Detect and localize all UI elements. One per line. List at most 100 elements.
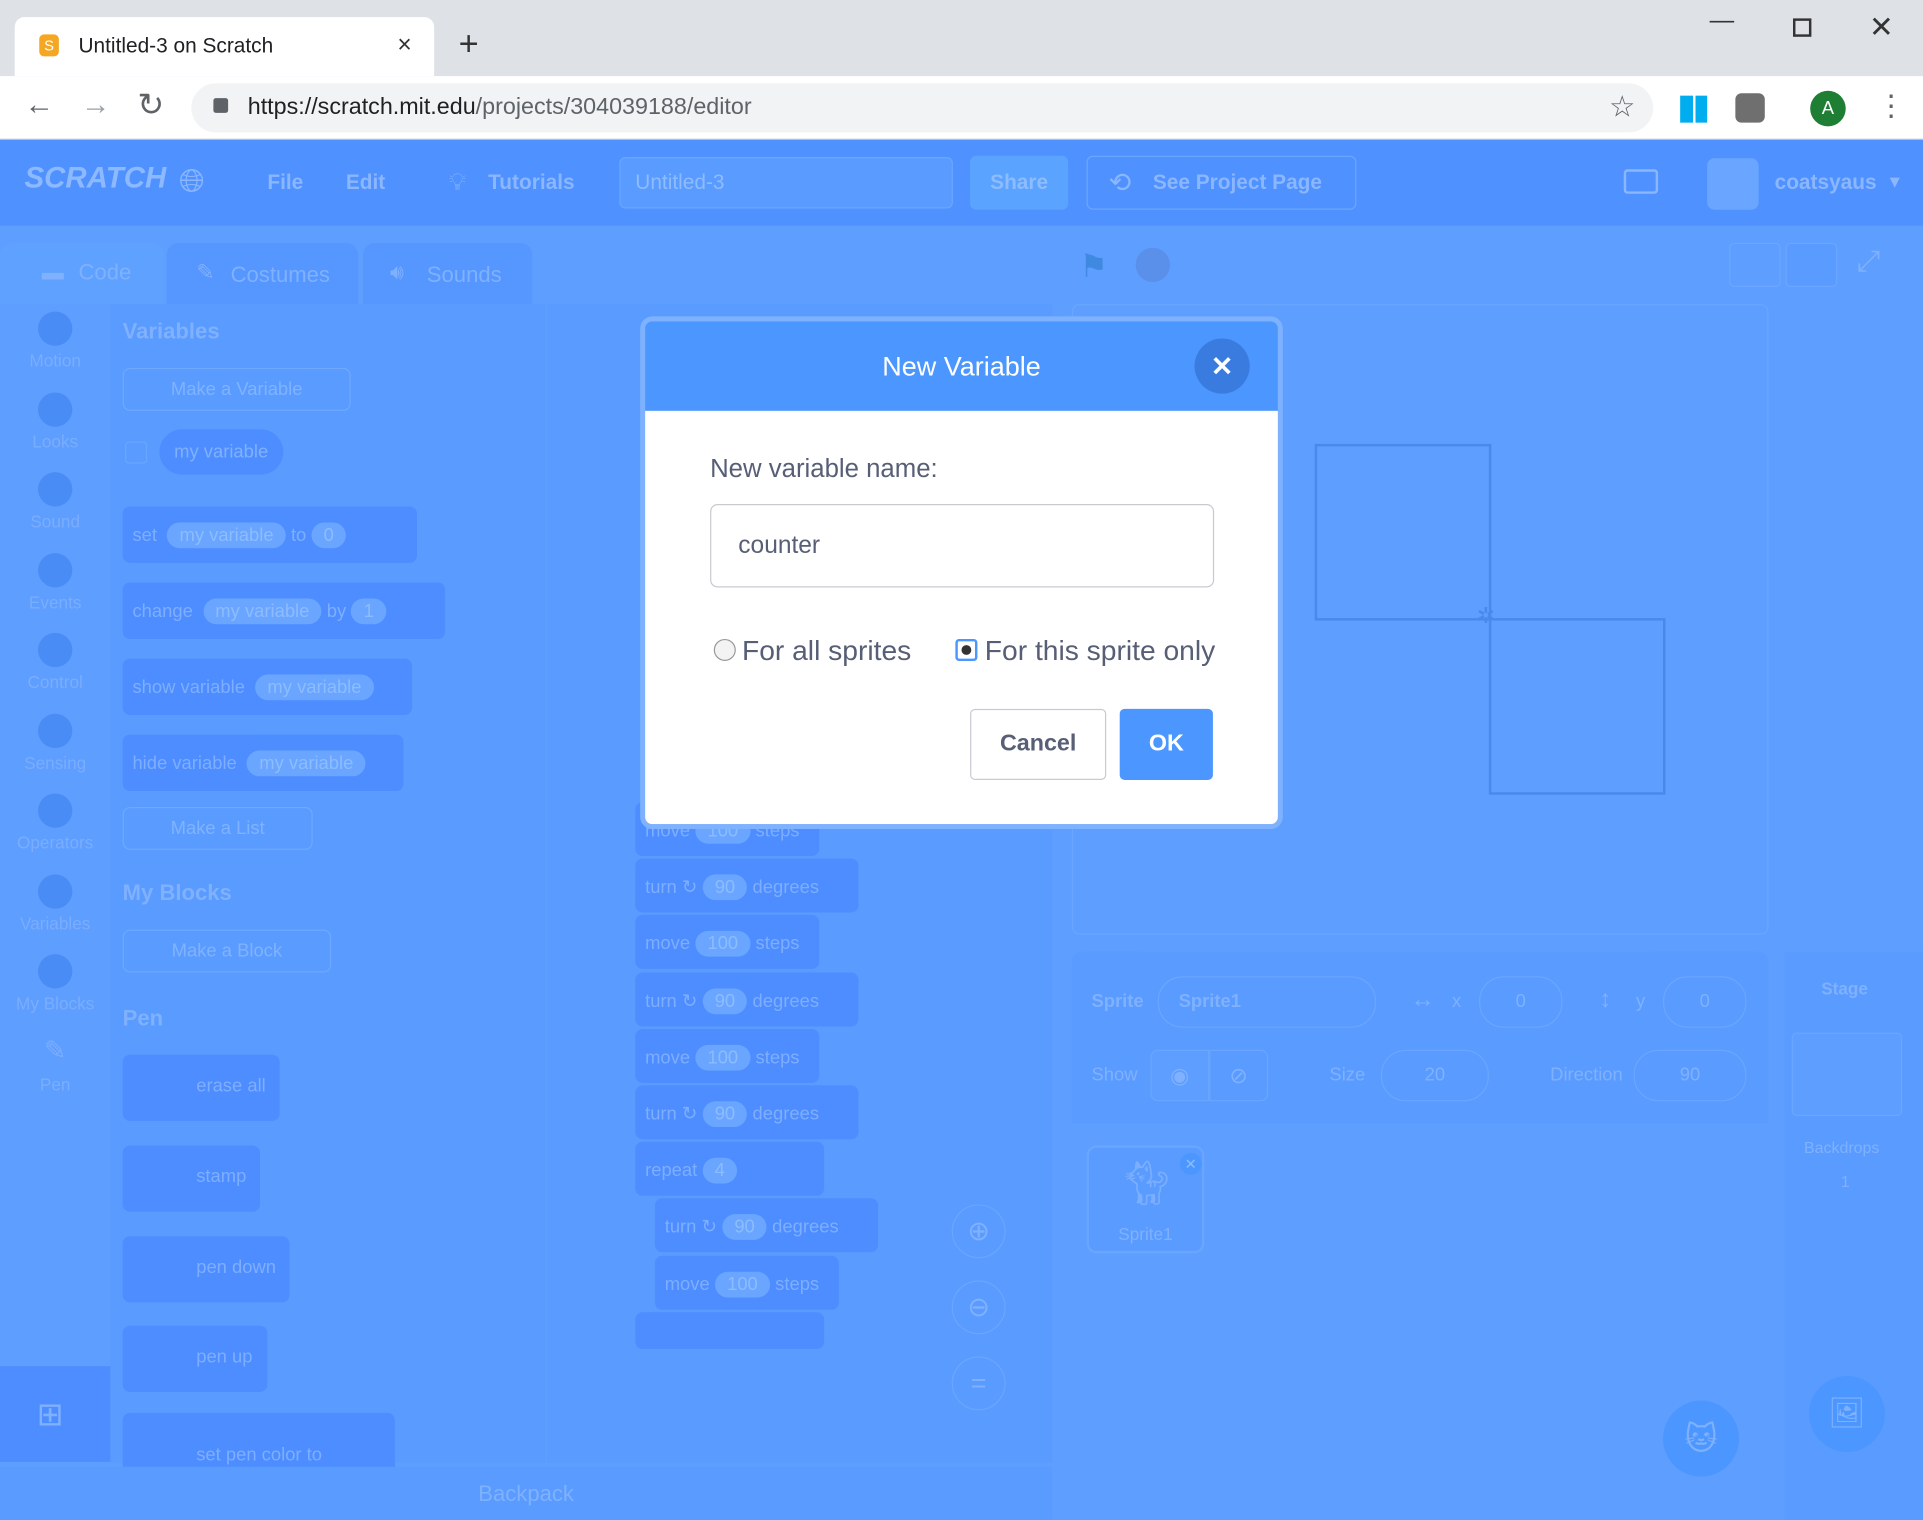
see-project-page-button[interactable]: See Project Page <box>1153 170 1322 195</box>
browser-tab[interactable]: S Untitled-3 on Scratch × <box>14 17 435 77</box>
category-operators[interactable]: Operators <box>0 793 110 852</box>
hide-variable-block[interactable]: hide variable my variable <box>122 734 404 792</box>
language-globe-icon[interactable]: 🌐︎ <box>179 162 205 201</box>
make-variable-button[interactable]: Make a Variable <box>122 367 351 411</box>
tab-code[interactable]: ▬ Code <box>0 242 165 305</box>
category-sensing[interactable]: Sensing <box>0 713 110 772</box>
small-stage-icon[interactable] <box>1729 242 1781 287</box>
account-chevron-down-icon[interactable]: ▼ <box>1886 172 1903 192</box>
category-dot-icon <box>38 311 73 346</box>
minimize-icon[interactable]: — <box>1710 7 1735 35</box>
choose-backdrop-icon[interactable]: 🖼︎ <box>1808 1376 1885 1453</box>
radio-all-sprites-label[interactable]: For all sprites <box>742 634 911 667</box>
stage-thumbnail[interactable] <box>1791 1032 1903 1117</box>
radio-all-sprites[interactable] <box>713 638 736 662</box>
move-block[interactable]: move 100 steps <box>654 1255 839 1310</box>
zoom-reset-icon[interactable]: = <box>951 1356 1006 1411</box>
make-block-button[interactable]: Make a Block <box>122 929 332 973</box>
make-list-button[interactable]: Make a List <box>122 806 313 850</box>
large-stage-icon[interactable] <box>1785 242 1838 287</box>
direction-field[interactable]: 90 <box>1633 1049 1747 1102</box>
pen-down-block[interactable]: pen down <box>122 1236 290 1303</box>
stage-target-pane[interactable]: Stage Backdrops 1 🖼︎ <box>1784 951 1923 1520</box>
green-flag-icon[interactable]: ⚑ <box>1079 248 1108 286</box>
repeat-block[interactable]: repeat 4 <box>635 1142 825 1196</box>
radio-selected-dot <box>961 645 972 655</box>
tutorials-menu[interactable]: Tutorials <box>488 170 574 195</box>
variable-checkbox[interactable] <box>125 441 148 464</box>
change-variable-block[interactable]: change my variable by 1 <box>122 582 446 639</box>
username[interactable]: coatsyaus <box>1775 170 1877 195</box>
pen-up-block[interactable]: pen up <box>122 1325 268 1392</box>
x-field[interactable]: 0 <box>1479 976 1563 1028</box>
y-field[interactable]: 0 <box>1662 976 1747 1028</box>
scratch-logo[interactable]: SCRATCH <box>25 162 167 196</box>
erase-all-block[interactable]: erase all <box>122 1054 280 1121</box>
sprite-cat-icon[interactable]: ✲ <box>1477 603 1496 629</box>
new-variable-dialog: New Variable ✕ New variable name: For al… <box>640 316 1283 830</box>
radio-this-sprite-label[interactable]: For this sprite only <box>985 634 1215 667</box>
delete-sprite-icon[interactable]: ✕ <box>1179 1152 1202 1175</box>
category-dot-icon <box>38 391 73 427</box>
my-stuff-folder-icon[interactable] <box>1623 169 1659 194</box>
category-events[interactable]: Events <box>0 552 110 611</box>
fullscreen-icon[interactable]: ⤢ <box>1857 245 1881 279</box>
backpack[interactable]: Backpack <box>0 1466 1053 1520</box>
browser-menu-icon[interactable]: ⋮ <box>1876 88 1905 124</box>
project-title-input[interactable]: Untitled-3 <box>619 156 953 209</box>
stop-icon[interactable] <box>1135 247 1170 283</box>
category-sound[interactable]: Sound <box>0 472 110 531</box>
file-menu[interactable]: File <box>267 170 303 195</box>
sprite-thumbnail[interactable]: 🐈︎ ✕ Sprite1 <box>1086 1145 1205 1254</box>
script-stack[interactable]: move 100 steps turn ↻ 90 degrees move 100 … <box>635 802 880 1366</box>
category-my-blocks[interactable]: My Blocks <box>0 954 110 1013</box>
maximize-icon[interactable] <box>1792 18 1812 37</box>
tab-close-icon[interactable]: × <box>397 32 411 60</box>
user-avatar[interactable] <box>1707 158 1759 210</box>
stamp-block[interactable]: stamp <box>122 1145 260 1212</box>
variable-name-input[interactable] <box>710 504 1215 588</box>
category-control[interactable]: Control <box>0 632 110 692</box>
menu-bar: SCRATCH 🌐︎ File Edit 💡︎ Tutorials Untitl… <box>0 139 1923 226</box>
set-variable-block[interactable]: set my variable to 0 <box>122 506 417 563</box>
choose-sprite-icon[interactable]: 🐱︎ <box>1662 1400 1740 1477</box>
turn-block[interactable]: turn ↻ 90 degrees <box>635 858 859 913</box>
my-variable-reporter[interactable]: my variable <box>159 429 283 475</box>
hide-eye-icon[interactable]: ⊘ <box>1209 1049 1269 1102</box>
download-extension-icon[interactable] <box>1735 93 1765 123</box>
ok-button[interactable]: OK <box>1119 708 1213 780</box>
new-tab-icon[interactable]: + <box>459 26 479 61</box>
category-variables[interactable]: Variables <box>0 873 110 933</box>
share-button[interactable]: Share <box>970 155 1069 210</box>
tab-sounds[interactable]: 🔊︎ Sounds <box>363 242 533 305</box>
bookmark-star-icon[interactable]: ☆ <box>1609 90 1635 126</box>
show-variable-block[interactable]: show variable my variable <box>122 658 413 715</box>
turn-block[interactable]: turn ↻ 90 degrees <box>654 1198 879 1253</box>
edit-menu[interactable]: Edit <box>346 170 385 195</box>
back-icon[interactable]: ← <box>25 88 54 122</box>
turn-block[interactable]: turn ↻ 90 degrees <box>635 1085 859 1140</box>
category-label: Control <box>27 672 83 692</box>
radio-this-sprite-only[interactable] <box>955 638 978 662</box>
sprite-name-field[interactable]: Sprite1 <box>1157 976 1377 1028</box>
dialog-close-icon[interactable]: ✕ <box>1194 338 1250 394</box>
move-block[interactable]: move 100 steps <box>635 915 820 970</box>
turn-block[interactable]: turn ↻ 90 degrees <box>635 972 859 1026</box>
show-eye-icon[interactable]: ◉ <box>1150 1049 1210 1102</box>
address-bar[interactable]: https://scratch.mit.edu/projects/3040391… <box>191 83 1654 133</box>
cancel-button[interactable]: Cancel <box>970 708 1107 780</box>
windows-extension-icon[interactable] <box>1680 95 1708 123</box>
size-field[interactable]: 20 <box>1380 1049 1489 1102</box>
category-looks[interactable]: Looks <box>0 391 110 451</box>
reload-icon[interactable]: ↻ <box>137 86 164 124</box>
profile-avatar[interactable]: A <box>1810 90 1846 127</box>
window-close-icon[interactable]: ✕ <box>1869 10 1894 46</box>
zoom-in-icon[interactable]: ⊕ <box>951 1204 1006 1259</box>
tab-costumes[interactable]: ✎ Costumes <box>166 242 359 305</box>
forward-icon[interactable]: → <box>81 88 110 122</box>
zoom-out-icon[interactable]: ⊖ <box>951 1280 1006 1335</box>
add-extension-button[interactable]: ⊞ <box>0 1366 111 1462</box>
category-pen[interactable]: ✎ Pen <box>0 1034 110 1093</box>
move-block[interactable]: move 100 steps <box>635 1028 820 1083</box>
category-motion[interactable]: Motion <box>0 311 110 370</box>
